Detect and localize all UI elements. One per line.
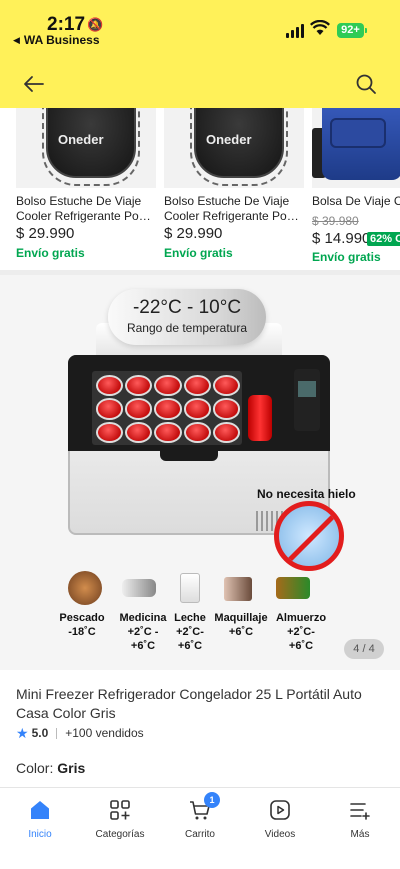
product-title: Bolso Estuche De Viaje Cooler Refrigeran… xyxy=(164,194,302,223)
side-can xyxy=(248,395,272,441)
food-icons-row xyxy=(0,571,400,611)
search-icon[interactable] xyxy=(354,72,378,96)
food-label: Pescado -18˚C xyxy=(59,612,105,638)
back-app-label: WA Business xyxy=(23,33,100,47)
rating-score: 5.0 xyxy=(31,726,49,740)
signal-icon xyxy=(286,24,304,38)
fish-icon xyxy=(68,571,102,605)
related-product-card[interactable]: Oneder Bolso Estuche De Viaje Cooler Ref… xyxy=(148,108,304,275)
original-price: $ 39.980 xyxy=(312,214,359,228)
header: 2:17 🔕 ◀ WA Business 92+ xyxy=(0,0,400,108)
product-title-main: Mini Freezer Refrigerador Congelador 25 … xyxy=(16,686,362,721)
nav-label: Carrito xyxy=(184,829,215,840)
product-thumbnail: Oneder xyxy=(164,108,304,188)
home-icon xyxy=(31,801,49,819)
battery-icon: 92+ xyxy=(337,23,364,38)
cans-grid xyxy=(96,375,240,443)
categories-icon xyxy=(110,800,130,820)
related-product-card[interactable]: Bolsa De Viaje Cooler $ 39.980 $ 14.990 … xyxy=(296,108,400,275)
mute-bell-icon: 🔕 xyxy=(87,17,104,32)
video-icon xyxy=(270,800,290,820)
control-screen xyxy=(298,381,316,397)
food-labels-row: Pescado -18˚C Medicina +2˚C - +6˚C Leche… xyxy=(0,611,400,661)
more-icon xyxy=(350,803,370,820)
status-bar: 2:17 🔕 ◀ WA Business 92+ xyxy=(0,0,400,52)
free-shipping-label: Envío gratis xyxy=(312,250,381,264)
related-product-card[interactable]: Oneder Bolso Estuche De Viaje Cooler Ref… xyxy=(0,108,156,275)
milk-icon xyxy=(180,573,200,603)
food-label: Leche +2˚C- +6˚C xyxy=(174,612,206,652)
product-price: $ 29.990 xyxy=(16,225,75,242)
color-selector[interactable]: Color: Gris xyxy=(16,760,85,776)
cart-badge: 1 xyxy=(204,792,220,808)
arrow-left-icon[interactable] xyxy=(22,72,46,96)
gallery-counter: 4 / 4 xyxy=(344,639,384,659)
product-thumbnail xyxy=(312,108,400,188)
free-shipping-label: Envío gratis xyxy=(16,246,85,260)
app-screen: 2:17 🔕 ◀ WA Business 92+ Oneder Bolso Es… xyxy=(0,0,400,869)
nav-label: Videos xyxy=(264,829,296,840)
lunch-icon xyxy=(276,577,310,599)
nav-item-mas[interactable]: Más xyxy=(320,798,400,848)
color-value: Gris xyxy=(57,760,86,776)
rating-row[interactable]: ★ 5.0 +100 vendidos xyxy=(16,725,144,741)
back-to-app[interactable]: ◀ WA Business xyxy=(13,33,100,47)
nav-item-inicio[interactable]: Inicio xyxy=(0,798,80,848)
sold-count: +100 vendidos xyxy=(65,726,144,740)
back-triangle-icon: ◀ xyxy=(13,34,20,45)
wifi-icon xyxy=(310,20,330,35)
brand-logo: Oneder xyxy=(58,132,104,147)
nav-item-categorias[interactable]: Categorías xyxy=(80,798,160,848)
nav-label: Más xyxy=(350,829,370,840)
battery-tip xyxy=(365,28,367,33)
food-label: Almuerzo +2˚C- +6˚C xyxy=(275,612,327,652)
brand-logo: Oneder xyxy=(206,132,252,147)
makeup-icon xyxy=(224,577,252,601)
nav-label: Inicio xyxy=(28,829,52,840)
product-price: $ 14.990 xyxy=(312,230,371,247)
product-title: Bolso Estuche De Viaje Cooler Refrigeran… xyxy=(16,194,154,223)
control-panel xyxy=(294,369,320,431)
no-ice-icon xyxy=(274,501,344,571)
no-ice-label: No necesita hielo xyxy=(257,487,356,501)
product-gallery-image[interactable]: -22°C - 10°C Rango de temperatura No nec… xyxy=(0,275,400,670)
discount-badge: 62% OFF xyxy=(367,232,400,246)
bottom-navigation: Inicio Categorías 1 Carrito Videos Más xyxy=(0,787,400,869)
food-label: Medicina +2˚C - +6˚C xyxy=(119,612,167,652)
nav-item-videos[interactable]: Videos xyxy=(240,798,320,848)
product-title: Bolsa De Viaje Cooler xyxy=(312,194,400,208)
related-products-carousel[interactable]: Oneder Bolso Estuche De Viaje Cooler Ref… xyxy=(0,108,400,275)
temperature-range: -22°C - 10°C xyxy=(132,297,242,318)
free-shipping-label: Envío gratis xyxy=(164,246,233,260)
temperature-label: Rango de temperatura xyxy=(126,321,248,335)
product-thumbnail: Oneder xyxy=(16,108,156,188)
nav-label: Categorías xyxy=(95,829,145,840)
rating-divider xyxy=(56,727,58,739)
color-label: Color: xyxy=(16,760,54,776)
fridge-handle xyxy=(160,447,218,461)
medicine-icon xyxy=(122,579,156,597)
food-label: Maquillaje +6˚C xyxy=(214,612,268,638)
nav-item-carrito[interactable]: 1 Carrito xyxy=(160,792,240,848)
product-price: $ 29.990 xyxy=(164,225,223,242)
temperature-badge: -22°C - 10°C Rango de temperatura xyxy=(108,289,266,345)
star-icon: ★ xyxy=(16,724,29,741)
